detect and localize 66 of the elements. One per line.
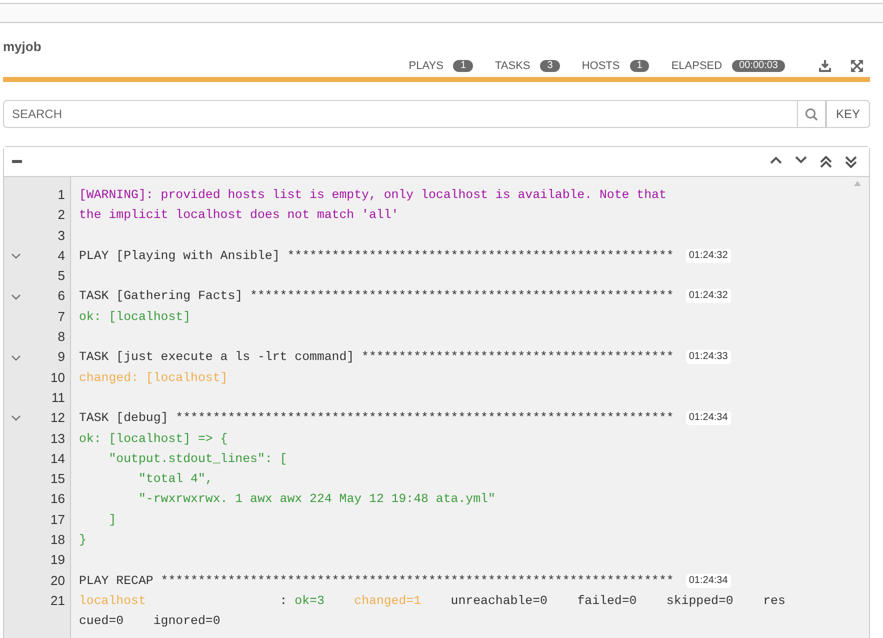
count-badge: 1 — [453, 60, 474, 72]
line-number: 19 — [50, 551, 65, 570]
log-line: "total 4", — [138, 471, 213, 488]
log-line: localhost : ok=3 changed=1 unreachable=0 failed=0 skipped=0 rescued=0 ignored=0 — [79, 592, 786, 630]
log-line: the implicit localhost does not match 'all' — [79, 207, 399, 224]
timestamp-badge: 01:24:33 — [686, 350, 731, 364]
line-number: 7 — [56, 308, 65, 326]
line-number: 18 — [50, 531, 65, 550]
log-line: "-rwxrwxrwx. 1 awx awx 224 May 12 19:48 ata.yml" — [138, 491, 496, 508]
line-number: 10 — [50, 368, 65, 387]
line-number: 12 — [50, 409, 65, 428]
log-line: ] — [108, 512, 116, 529]
line-number: 16 — [50, 490, 65, 508]
line-number: 6 — [56, 287, 65, 306]
stat-label: HOSTS — [582, 60, 620, 72]
stat-label: TASKS — [495, 60, 530, 72]
timestamp-badge: 01:24:32 — [686, 248, 731, 263]
timestamp-badge: 01:24:32 — [686, 289, 731, 304]
log-line: PLAY [Playing with Ansible] **************************************************** — [79, 248, 674, 265]
log-line: PLAY RECAP ********************************************************************* — [79, 572, 674, 590]
log-line: ok: [localhost] — [79, 308, 191, 326]
line-number: 9 — [56, 348, 65, 366]
line-number: 3 — [56, 226, 65, 245]
line-number: 14 — [50, 450, 65, 468]
search-button[interactable] — [798, 100, 826, 128]
stat-label: ELAPSED — [671, 60, 722, 72]
chevron-down-icon[interactable] — [795, 156, 807, 164]
chevron-down-icon[interactable] — [11, 253, 21, 260]
line-number: 15 — [50, 470, 65, 488]
expand-icon[interactable] — [851, 60, 863, 72]
log-line: TASK [debug] ******************************************************************* — [79, 410, 674, 428]
line-number: 17 — [50, 510, 65, 529]
line-number: 8 — [56, 328, 65, 346]
line-number: 20 — [50, 572, 65, 590]
key-button[interactable]: KEY — [826, 100, 870, 128]
log-line: } — [79, 532, 86, 550]
log-line: [WARNING]: provided hosts list is empty, only localhost is available. Note that — [79, 187, 666, 204]
log-line: TASK [just execute a ls -lrt command] ****************************************** — [79, 349, 674, 366]
chevron-down-icon[interactable] — [11, 415, 21, 422]
line-number: 4 — [56, 246, 65, 265]
double-chevron-down-icon[interactable] — [845, 156, 857, 168]
line-number: 2 — [56, 206, 65, 224]
job-title: myjob — [3, 39, 42, 54]
log-line: "output.stdout_lines": [ — [108, 450, 288, 468]
count-badge: 1 — [630, 60, 650, 72]
line-number: 5 — [56, 267, 65, 286]
chevron-up-icon[interactable] — [770, 156, 782, 164]
count-badge: 3 — [540, 60, 560, 72]
search-field[interactable]: SEARCH — [3, 100, 798, 128]
timestamp-badge: 01:24:34 — [686, 574, 731, 588]
log-line: ok: [localhost] => { — [79, 430, 228, 448]
timestamp-badge: 01:24:34 — [686, 411, 731, 426]
double-chevron-up-icon[interactable] — [820, 156, 832, 168]
chevron-down-icon[interactable] — [11, 294, 21, 300]
log-line: changed: [localhost] — [79, 370, 228, 387]
search-icon — [804, 108, 818, 120]
count-badge: 00:00:03 — [732, 60, 785, 72]
download-icon[interactable] — [819, 60, 831, 72]
chevron-down-icon[interactable] — [11, 354, 21, 361]
collapse-icon[interactable] — [12, 160, 22, 164]
line-number: 1 — [56, 186, 65, 204]
log-line: TASK [Gathering Facts] ********************************************************* — [79, 288, 674, 306]
stat-label: PLAYS — [408, 60, 444, 72]
line-number: 11 — [50, 388, 65, 407]
line-number: 13 — [50, 430, 65, 448]
line-number: 21 — [50, 592, 65, 610]
